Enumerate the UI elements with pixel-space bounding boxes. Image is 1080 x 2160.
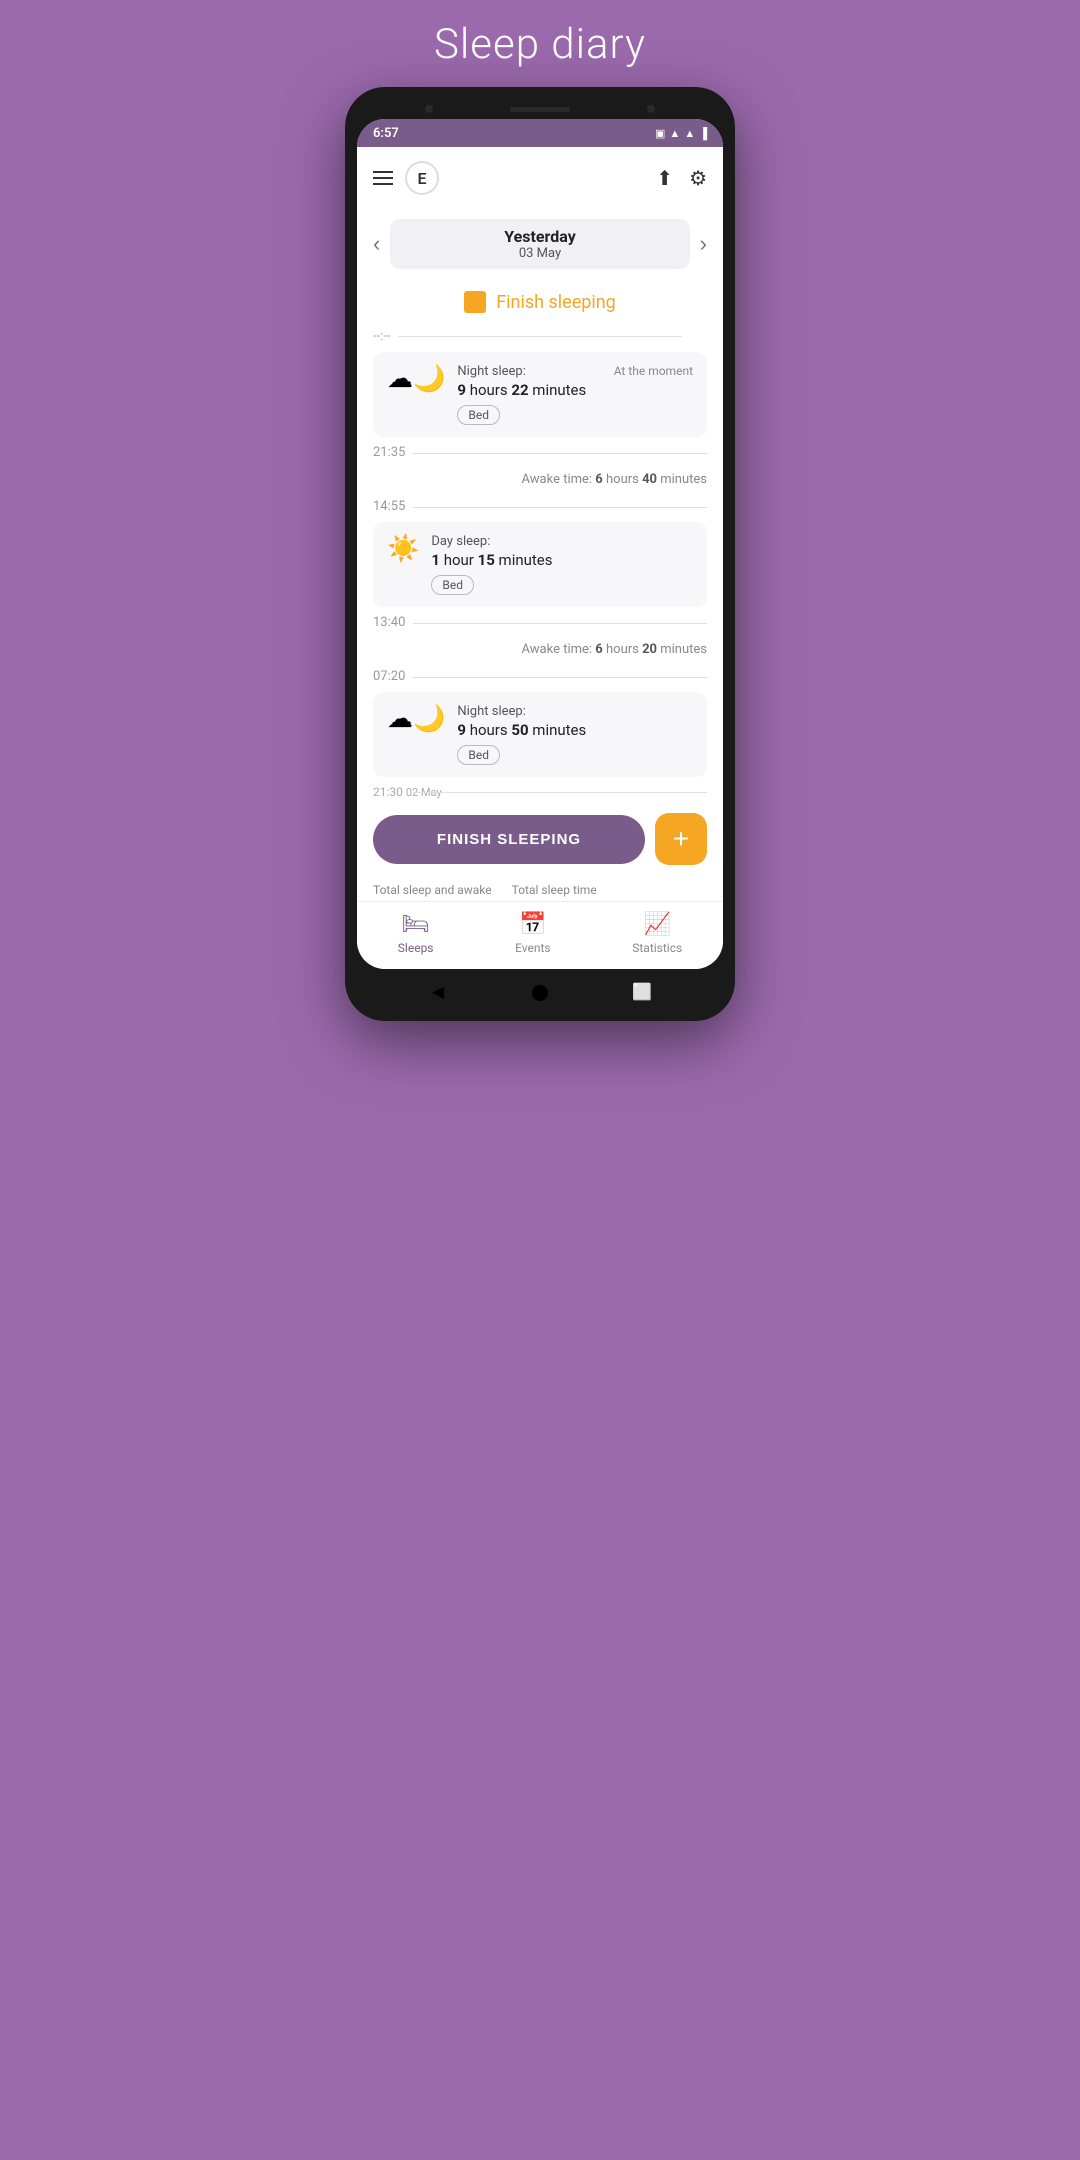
status-bar: 6:57 ▣ ▲ ▲ ▐ (357, 119, 723, 147)
awake-row-2: Awake time: 6 hours 20 minutes (373, 634, 707, 665)
summary-row: Total sleep and awake Total sleep time (357, 875, 723, 901)
finish-square-icon (464, 291, 486, 313)
status-icons: ▣ ▲ ▲ ▐ (655, 127, 707, 140)
signal-icon: ▲ (684, 127, 695, 140)
home-button[interactable]: ⬤ (528, 979, 552, 1003)
sleep-info-day: Day sleep: 1 hour 15 minutes Bed (431, 534, 693, 595)
add-button[interactable]: + (655, 813, 707, 865)
phone-notch (357, 99, 723, 119)
back-button[interactable]: ◀ (426, 979, 450, 1003)
nav-sleeps[interactable]: 🛏 Sleeps (398, 912, 434, 955)
top-bar: E ⬆ ⚙ (357, 147, 723, 209)
sleep-duration-2: 9 hours 50 minutes (457, 721, 693, 739)
next-date-button[interactable]: › (700, 231, 707, 257)
time-0720: 07:20 (373, 665, 707, 688)
nav-events[interactable]: 📅 Events (515, 912, 551, 955)
prev-date-button[interactable]: ‹ (373, 231, 380, 257)
sleeps-icon: 🛏 (402, 912, 430, 937)
date-value: 03 May (420, 246, 659, 261)
day-icon: ☀️ (387, 534, 419, 564)
finish-sleeping-text: Finish sleeping (496, 292, 616, 313)
share-button[interactable]: ⬆ (656, 166, 673, 191)
date-display[interactable]: Yesterday 03 May (390, 219, 689, 269)
sleep-type-day: Day sleep: (431, 534, 693, 549)
night-sleep-block-1[interactable]: ☁🌙 Night sleep: 9 hours 22 minutes Bed A… (373, 352, 707, 437)
bottom-hardware-bar: ◀ ⬤ ⬜ (357, 969, 723, 1009)
sleep-badge-2: Bed (457, 745, 500, 765)
sleep-badge-1: Bed (457, 405, 500, 425)
sleep-type-2: Night sleep: (457, 704, 693, 719)
finish-banner[interactable]: Finish sleeping (357, 279, 723, 325)
events-label: Events (515, 941, 551, 955)
battery-icon: ▐ (699, 127, 707, 140)
user-avatar[interactable]: E (405, 161, 439, 195)
settings-button[interactable]: ⚙ (689, 166, 707, 191)
date-label: Yesterday (420, 227, 659, 246)
day-sleep-block[interactable]: ☀️ Day sleep: 1 hour 15 minutes Bed (373, 522, 707, 607)
events-icon: 📅 (519, 912, 546, 937)
sleep-badge-day: Bed (431, 575, 474, 595)
bottom-nav: 🛏 Sleeps 📅 Events 📈 Statistics (357, 901, 723, 969)
time-2130: 21:30 02 May (373, 781, 707, 803)
night-sleep-block-2[interactable]: ☁🌙 Night sleep: 9 hours 50 minutes Bed (373, 692, 707, 777)
statistics-label: Statistics (632, 941, 682, 955)
top-bar-left: E (373, 161, 439, 195)
recents-button[interactable]: ⬜ (630, 979, 654, 1003)
awake-row-1: Awake time: 6 hours 40 minutes (373, 464, 707, 495)
night-icon-2: ☁🌙 (387, 704, 445, 734)
time-1455: 14:55 (373, 495, 707, 518)
wifi-icon: ▲ (669, 127, 680, 140)
sleep-info-2: Night sleep: 9 hours 50 minutes Bed (457, 704, 693, 765)
status-time: 6:57 (373, 126, 399, 141)
phone-frame: 6:57 ▣ ▲ ▲ ▐ E ⬆ ⚙ (345, 87, 735, 1021)
time-2135: 21:35 (373, 441, 707, 464)
time-1340: 13:40 (373, 611, 707, 634)
page-title: Sleep diary (434, 20, 646, 69)
speaker-bar (510, 107, 570, 112)
statistics-icon: 📈 (644, 912, 671, 937)
bottom-cta: FINISH SLEEPING + (357, 803, 723, 875)
night-icon-1: ☁🌙 (387, 364, 445, 394)
at-moment-label: At the moment (614, 364, 693, 378)
dashed-time: --:-- (373, 325, 707, 348)
camera-dot (425, 105, 433, 113)
hamburger-menu[interactable] (373, 171, 393, 185)
sleeps-label: Sleeps (398, 941, 434, 955)
sim-icon: ▣ (655, 127, 665, 140)
sleep-duration-1: 9 hours 22 minutes (457, 381, 693, 399)
sleep-duration-day: 1 hour 15 minutes (431, 551, 693, 569)
phone-screen: 6:57 ▣ ▲ ▲ ▐ E ⬆ ⚙ (357, 119, 723, 969)
nav-statistics[interactable]: 📈 Statistics (632, 912, 682, 955)
date-nav: ‹ Yesterday 03 May › (357, 209, 723, 279)
timeline: --:-- ☁🌙 Night sleep: 9 hours 22 minutes… (357, 325, 723, 803)
summary-col1: Total sleep and awake (373, 883, 492, 897)
top-bar-right: ⬆ ⚙ (656, 166, 707, 191)
summary-col2: Total sleep time (512, 883, 597, 897)
camera-dot-2 (647, 105, 655, 113)
finish-sleeping-button[interactable]: FINISH SLEEPING (373, 815, 645, 864)
